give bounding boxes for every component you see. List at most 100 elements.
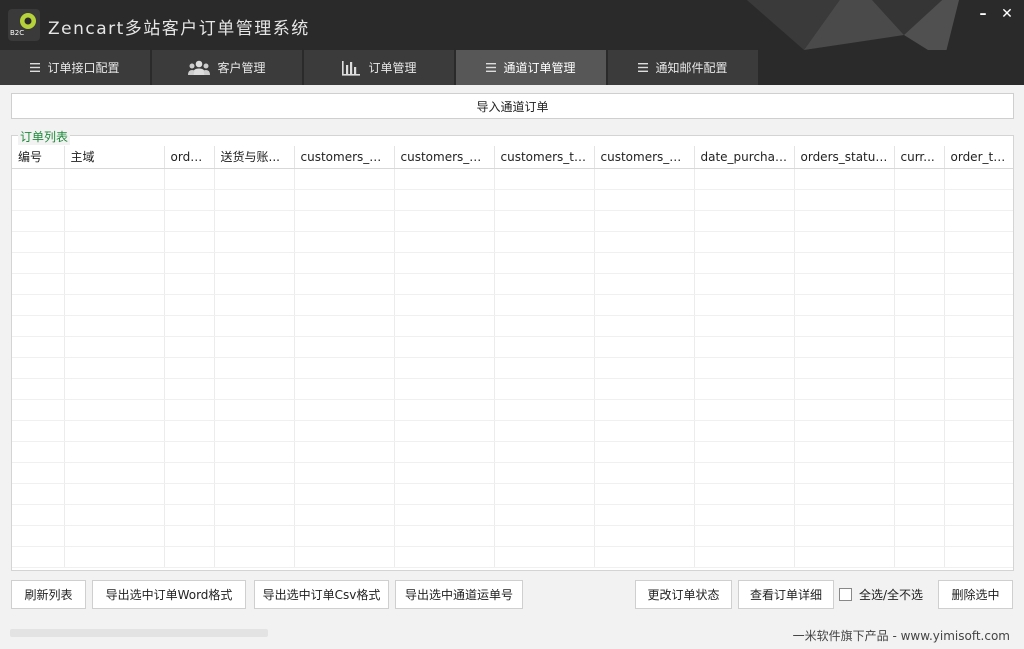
minimize-button[interactable]: – [972,4,994,24]
table-cell [944,273,1013,295]
column-header[interactable]: order_total [944,146,1013,169]
refresh-list-button[interactable]: 刷新列表 [11,580,86,609]
table-cell [164,378,215,400]
export-tracking-button[interactable]: 导出选中通道运单号 [395,580,523,609]
table-cell [494,210,595,232]
table-cell [64,210,165,232]
view-order-detail-button[interactable]: 查看订单详细 [738,580,834,609]
table-cell [164,210,215,232]
table-cell [294,294,395,316]
table-cell [894,189,945,211]
table-cell [894,420,945,442]
table-cell [944,462,1013,484]
table-cell [944,441,1013,463]
tab-customer-management[interactable]: 客户管理 [152,50,302,85]
table-cell [294,273,395,295]
table-row [12,525,1013,547]
tab-label: 订单接口配置 [47,61,120,75]
table-cell [944,546,1013,568]
table-cell [294,357,395,379]
table-cell [594,189,695,211]
users-icon [188,60,211,76]
column-header[interactable]: curr... [894,146,945,169]
table-cell [694,420,795,442]
column-header[interactable]: customers_e... [594,146,695,169]
table-cell [394,294,495,316]
table-cell [214,378,295,400]
table-cell [794,168,895,190]
table-row [12,441,1013,463]
table-cell [214,441,295,463]
table-cell [944,420,1013,442]
table-cell [494,420,595,442]
table-cell [694,210,795,232]
select-all-toggle[interactable]: 全选/全不选 [839,586,923,603]
table-cell [394,546,495,568]
table-cell [594,252,695,274]
table-row [12,273,1013,295]
table-cell [894,210,945,232]
status-bar: 一米软件旗下产品 - www.yimisoft.com [0,619,1024,649]
table-row [12,504,1013,526]
table-cell [164,315,215,337]
delete-selected-button[interactable]: 删除选中 [938,580,1013,609]
table-cell [214,231,295,253]
table-body [12,168,1013,568]
column-header[interactable]: 主域 [64,146,165,169]
table-cell [394,252,495,274]
export-csv-button[interactable]: 导出选中订单Csv格式 [254,580,389,609]
table-cell [494,546,595,568]
tab-order-interface-config[interactable]: 订单接口配置 [0,50,150,85]
table-cell [894,168,945,190]
table-cell [164,231,215,253]
table-cell [394,378,495,400]
table-cell [394,462,495,484]
column-header[interactable]: 编号 [12,146,65,169]
table-cell [594,315,695,337]
order-table-container[interactable]: 编号 主域 orde... 送货与账... customers_na... cu… [12,146,1013,570]
table-cell [594,168,695,190]
table-cell [494,231,595,253]
svg-text:B2C: B2C [10,29,24,37]
tab-notification-email-config[interactable]: 通知邮件配置 [608,50,758,85]
column-header[interactable]: customers_co... [394,146,495,169]
column-header[interactable]: customers_na... [294,146,395,169]
table-cell [64,273,165,295]
table-cell [294,441,395,463]
table-cell [794,231,895,253]
column-header[interactable]: customers_tel... [494,146,595,169]
tab-order-management[interactable]: 订单管理 [304,50,454,85]
table-cell [494,483,595,505]
select-all-checkbox[interactable] [839,588,852,601]
table-row [12,378,1013,400]
table-cell [64,294,165,316]
table-cell [64,462,165,484]
table-cell [294,231,395,253]
table-row [12,462,1013,484]
table-cell [12,441,65,463]
change-order-status-button[interactable]: 更改订单状态 [635,580,732,609]
import-channel-orders-button[interactable]: 导入通道订单 [11,93,1014,119]
column-header[interactable]: orde... [164,146,215,169]
app-logo: B2C [8,9,40,41]
table-cell [894,462,945,484]
tab-channel-order-management[interactable]: 通道订单管理 [456,50,606,85]
column-header[interactable]: date_purchas... [694,146,795,169]
table-cell [694,399,795,421]
table-cell [64,252,165,274]
close-button[interactable]: ✕ [996,4,1018,24]
table-row [12,420,1013,442]
table-cell [164,441,215,463]
export-word-button[interactable]: 导出选中订单Word格式 [92,580,246,609]
table-cell [594,420,695,442]
column-header[interactable]: 送货与账... [214,146,295,169]
tab-label: 客户管理 [217,61,266,75]
table-cell [214,336,295,358]
table-cell [894,315,945,337]
table-cell [164,483,215,505]
tab-label: 订单管理 [368,61,417,75]
table-cell [394,399,495,421]
table-cell [12,525,65,547]
column-header[interactable]: orders_status... [794,146,895,169]
table-cell [494,189,595,211]
